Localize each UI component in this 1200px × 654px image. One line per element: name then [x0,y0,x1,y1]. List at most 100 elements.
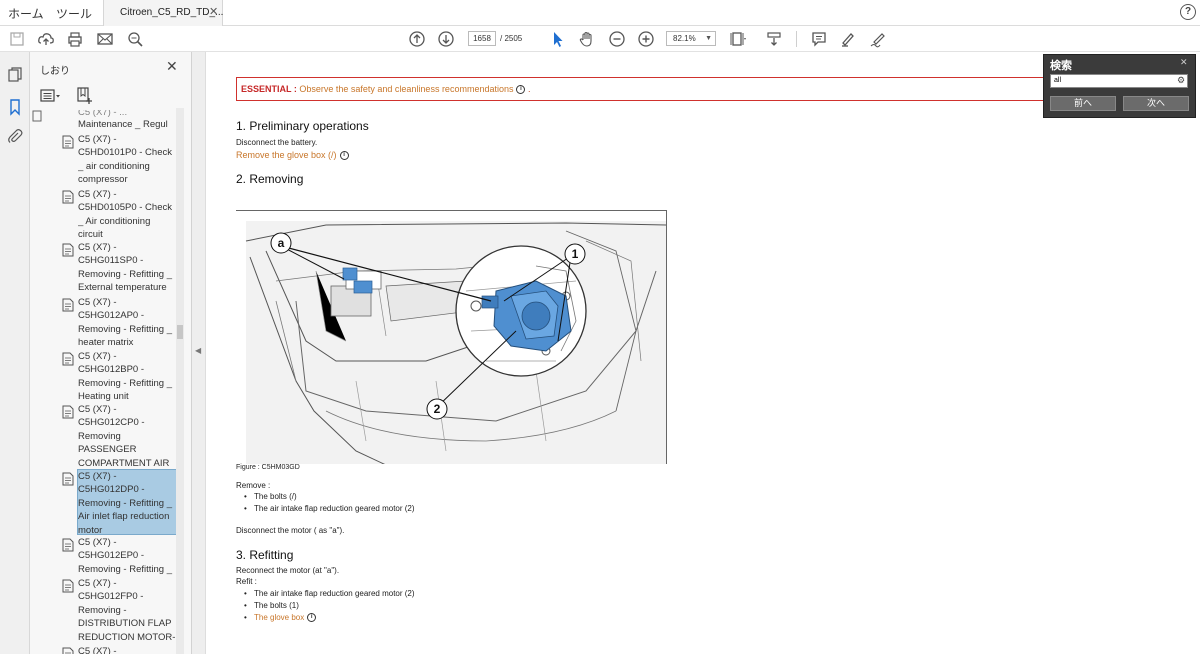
chevron-down-icon: ▼ [705,35,712,42]
list-item[interactable]: C5 (X7) - C5HD0101P0 - Check _ air condi… [78,133,176,186]
remove-glove-box-line: Remove the glove box (/) i [236,150,349,161]
bookmark-icon [62,298,74,312]
help-icon[interactable]: ? [1180,4,1196,20]
bookmarks-toolbar [40,86,180,106]
close-panel-icon[interactable]: ✕ [166,58,178,75]
search-text-icon[interactable] [126,30,144,48]
list-item[interactable]: C5 (X7) - C5HG012FP0 - Removing - DISTRI… [78,577,176,643]
list-item[interactable]: C5 (X7) - C5HG012AP0 - Removing - Refitt… [78,296,176,347]
callout-1: 1 [572,247,579,261]
list-item: The glove boxi [254,613,415,625]
next-page-icon[interactable] [437,30,455,48]
comment-icon[interactable] [810,30,828,48]
bookmarks-icon[interactable] [6,98,24,116]
zoom-in-icon[interactable] [637,30,655,48]
cloud-upload-icon[interactable] [37,30,55,48]
document-page: ESSENTIAL : Observe the safety and clean… [206,52,1200,654]
essential-link[interactable]: Observe the safety and cleanliness recom… [299,84,513,94]
toolbar: 1658 / 2505 82.1% ▼ [0,26,1200,52]
list-item: The bolts (1) [254,601,415,613]
zoom-level-select[interactable]: 82.1% ▼ [666,31,716,46]
page-total: / 2505 [500,34,523,43]
info-icon[interactable]: i [307,613,317,623]
fit-page-icon[interactable] [729,30,747,48]
zoom-out-icon[interactable] [608,30,626,48]
sidebar-scrollbar[interactable] [176,108,184,654]
bookmark-icon [62,243,74,257]
menu-bar: ホーム ツール Citroen_C5_RD_TD_... ✕ ? [0,0,1200,26]
find-next-button[interactable]: 次へ [1123,96,1189,111]
hand-tool-icon[interactable] [578,30,596,48]
document-tab[interactable]: Citroen_C5_RD_TD_... ✕ [103,0,223,26]
find-input[interactable]: all [1050,74,1188,88]
sidebar-scroll-thumb[interactable] [177,325,183,339]
bookmark-label: Maintenance _ Regul [78,119,168,130]
highlight-pen-icon[interactable] [839,30,857,48]
bookmark-icon [32,110,44,122]
navigation-rail [0,52,30,654]
toolbar-separator [796,31,797,47]
list-item[interactable]: C5 (X7) - C5HG012DP0 - Removing - Refitt… [77,469,177,535]
refit-label: Refit : [236,577,257,586]
bookmark-icon [62,538,74,552]
list-item[interactable]: C5 (X7) - C5HG012CP0 - Removing PASSENGE… [78,403,176,467]
section-title-preliminary: 1. Preliminary operations [236,119,369,133]
bookmark-icon [62,405,74,419]
remove-label: Remove : [236,481,271,490]
figure-caption: Figure : C5HM03GD [236,464,300,471]
attachments-icon[interactable] [6,127,24,145]
document-tab-label: Citroen_C5_RD_TD_... [120,7,224,18]
section-title-refitting: 3. Refitting [236,548,294,562]
sign-icon[interactable] [869,30,887,48]
remove-list: The bolts (/) The air intake flap reduct… [254,492,415,516]
save-icon[interactable] [8,30,26,48]
disconnect-battery-text: Disconnect the battery. [236,138,318,147]
list-item[interactable]: C5 (X7) - C5HG011SP0 - Removing - Refitt… [78,241,176,294]
previous-page-icon[interactable] [408,30,426,48]
bookmark-icon [62,472,74,486]
close-icon[interactable]: ✕ [1180,57,1188,68]
essential-label: ESSENTIAL : [241,84,297,94]
list-item[interactable]: C5 (X7) - C5HG012EP0 - Removing - Refitt… [78,536,176,576]
page-number-input[interactable]: 1658 [468,31,496,46]
menu-home[interactable]: ホーム [8,5,44,22]
disconnect-motor-text: Disconnect the motor ( as "a"). [236,526,345,535]
bookmark-options-icon[interactable] [40,88,62,107]
bookmark-icon [62,647,74,654]
info-icon[interactable]: i [339,151,349,161]
bookmark-icon [62,190,74,204]
find-panel-title: 検索 [1050,60,1072,72]
select-cursor-icon[interactable] [549,30,567,48]
info-icon[interactable]: i [516,85,526,95]
list-item: The air intake flap reduction geared mot… [254,504,415,516]
scroll-mode-icon[interactable] [765,30,783,48]
list-item[interactable]: C5 (X7) - C5HD0105P0 - Check _ Air condi… [78,188,176,238]
list-item[interactable]: C5 (X7) - [78,645,176,654]
add-bookmark-icon[interactable] [76,87,92,108]
bookmark-label-partial: C5 (X7) - ... [78,110,128,118]
list-item: The bolts (/) [254,492,415,504]
page-thumbnails-icon[interactable] [6,66,24,84]
panel-splitter[interactable]: ◀ [192,52,206,654]
email-icon[interactable] [96,30,114,48]
bookmark-icon [62,135,74,149]
callout-2: 2 [434,402,441,416]
find-panel: 検索 ✕ all ⚙ 前へ 次へ [1043,54,1196,118]
bookmark-icon [62,579,74,593]
print-icon[interactable] [66,30,84,48]
section-title-removing: 2. Removing [236,172,304,186]
reconnect-motor-text: Reconnect the motor (at "a"). [236,566,340,575]
close-tab-icon[interactable]: ✕ [209,5,218,18]
find-previous-button[interactable]: 前へ [1050,96,1116,111]
technical-illustration: a 1 2 [236,210,667,464]
bookmarks-panel-title: しおり [40,66,70,77]
list-item[interactable]: C5 (X7) - C5HG012BP0 - Removing - Refitt… [78,350,176,401]
list-item: The air intake flap reduction geared mot… [254,589,415,601]
glove-box-link[interactable]: The glove box [254,613,304,622]
remove-glove-box-link[interactable]: Remove the glove box (/) [236,150,337,160]
menu-tools[interactable]: ツール [56,5,92,22]
gear-icon[interactable]: ⚙ [1177,75,1185,86]
collapse-arrow-icon[interactable]: ◀ [195,346,201,355]
refit-list: The air intake flap reduction geared mot… [254,589,415,625]
essential-tail: . [528,84,531,94]
